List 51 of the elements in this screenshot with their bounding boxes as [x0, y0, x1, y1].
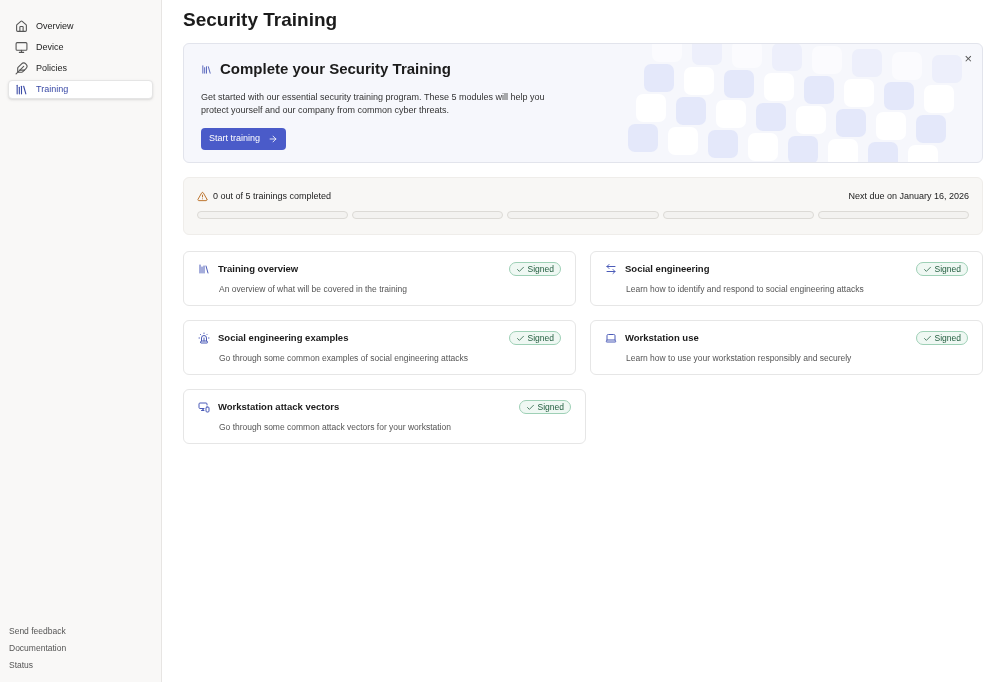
module-description: Learn how to identify and respond to social engineering attacks [625, 283, 865, 296]
module-title: Workstation use [625, 331, 699, 345]
sidebar-item[interactable]: Device [8, 38, 153, 57]
module-description: An overview of what will be covered in the training [218, 283, 409, 296]
check-icon [525, 402, 535, 412]
books-icon [15, 83, 28, 96]
monitor-icon [15, 41, 28, 54]
module-title: Social engineering examples [218, 331, 349, 345]
footer-link[interactable]: Status [8, 657, 153, 674]
signed-badge: Signed [508, 262, 561, 277]
footer-link[interactable]: Send feedback [8, 623, 153, 640]
module-description: Go through some common examples of social engineering attacks [218, 352, 469, 365]
warning-icon [197, 191, 208, 203]
start-training-button[interactable]: Start training [201, 127, 287, 150]
signed-badge: Signed [518, 400, 571, 415]
module-title: Training overview [218, 262, 299, 276]
home-icon [15, 20, 28, 33]
module-title: Workstation attack vectors [218, 400, 340, 414]
module-card[interactable]: Social engineering examples Signed Go through some common examples of social engineering attacks [183, 320, 576, 375]
module-description: Go through some common attack vectors for your workstation [218, 421, 452, 434]
banner-title: Complete your Security Training [220, 59, 451, 79]
module-card[interactable]: Training overview Signed An overview of what will be covered in the training [183, 251, 576, 306]
check-icon [515, 264, 525, 274]
module-title: Social engineering [625, 262, 710, 276]
check-icon [922, 333, 932, 343]
sidebar-item[interactable]: Policies [8, 59, 153, 78]
alarm-icon [198, 332, 210, 345]
signed-badge: Signed [915, 262, 968, 277]
swap-icon [605, 263, 617, 276]
sidebar-item[interactable]: Training [8, 80, 153, 99]
close-button[interactable]: × [964, 52, 972, 65]
sidebar-item[interactable]: Overview [8, 17, 153, 36]
module-card[interactable]: Workstation use Signed Learn how to use your workstation responsibly and securely [590, 320, 983, 375]
check-icon [922, 264, 932, 274]
check-icon [515, 333, 525, 343]
books-icon [198, 263, 210, 276]
arrow-right-icon [268, 133, 279, 144]
books-icon [201, 63, 212, 75]
footer-link[interactable]: Documentation [8, 640, 153, 657]
due-date: Next due on January 16, 2026 [848, 190, 969, 203]
laptop-icon [605, 332, 617, 345]
monitor-icon [198, 401, 210, 414]
progress-summary: 0 out of 5 trainings completed [213, 190, 332, 203]
signed-badge: Signed [915, 331, 968, 346]
module-description: Learn how to use your workstation responsibly and securely [625, 352, 853, 365]
signed-badge: Signed [508, 331, 561, 346]
feather-icon [15, 62, 28, 75]
module-card[interactable]: Workstation attack vectors Signed Go through some common attack vectors for your workstation [183, 389, 586, 444]
module-card[interactable]: Social engineering Signed Learn how to identify and respond to social engineering attacks [590, 251, 983, 306]
banner-text: Get started with our essential security training program. These 5 modules will help you protect yourself and our company from common cyber threats. [201, 90, 546, 117]
page-title: Security Training [183, 8, 339, 32]
